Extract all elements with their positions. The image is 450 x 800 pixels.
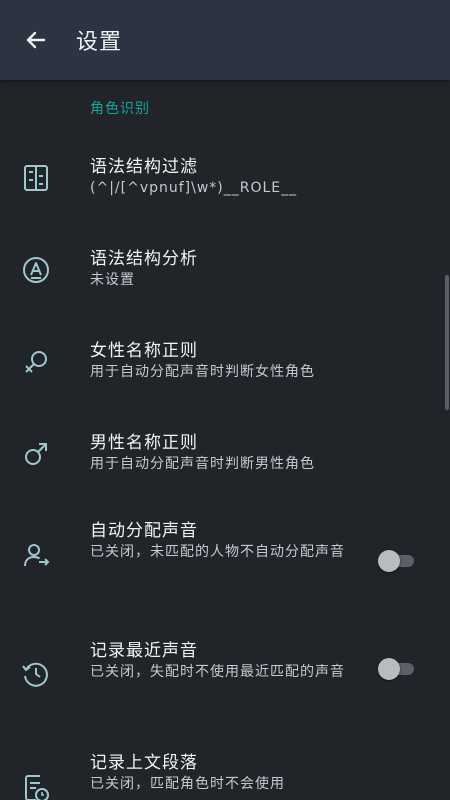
remember-recent-voice-toggle[interactable]: [378, 658, 416, 680]
setting-title: 语法结构过滤: [90, 157, 198, 177]
setting-subtitle: 已关闭，失配时不使用最近匹配的声音: [90, 664, 345, 680]
setting-title: 语法结构分析: [90, 249, 198, 269]
setting-title: 女性名称正则: [90, 341, 198, 361]
setting-subtitle: 未设置: [90, 272, 135, 288]
setting-female-regex[interactable]: 女性名称正则 用于自动分配声音时判断女性角色: [0, 334, 450, 414]
auto-assign-voice-toggle[interactable]: [378, 550, 416, 572]
toggle-thumb: [378, 658, 400, 680]
split-columns-icon: [24, 165, 48, 191]
setting-title: 记录上文段落: [90, 753, 198, 773]
setting-title: 男性名称正则: [90, 433, 198, 453]
setting-subtitle: (^|/[^vpnuf]\w*)__ROLE__: [90, 180, 298, 196]
app-bar: 设置: [0, 0, 450, 80]
arrow-left-icon: [26, 31, 46, 49]
setting-subtitle: 用于自动分配声音时判断男性角色: [90, 456, 315, 472]
section-header: 角色识别: [90, 101, 150, 117]
page-title: 设置: [76, 30, 123, 55]
setting-grammar-analysis[interactable]: 语法结构分析 未设置: [0, 242, 450, 322]
back-button[interactable]: [18, 22, 54, 58]
setting-male-regex[interactable]: 男性名称正则 用于自动分配声音时判断男性角色: [0, 426, 450, 506]
toggle-thumb: [378, 550, 400, 572]
setting-grammar-filter[interactable]: 语法结构过滤 (^|/[^vpnuf]\w*)__ROLE__: [0, 150, 450, 230]
setting-remember-recent-voice[interactable]: 记录最近声音 已关闭，失配时不使用最近匹配的声音: [0, 636, 450, 746]
setting-subtitle: 已关闭，未匹配的人物不自动分配声音: [90, 544, 345, 560]
setting-record-previous-paragraph[interactable]: 记录上文段落 已关闭，匹配角色时不会使用: [0, 748, 450, 800]
setting-subtitle: 用于自动分配声音时判断女性角色: [90, 364, 315, 380]
history-clock-icon: [22, 662, 48, 687]
male-symbol-icon: [25, 443, 47, 465]
setting-subtitle: 已关闭，匹配角色时不会使用: [90, 776, 285, 792]
circled-a-icon: [23, 257, 49, 283]
setting-title: 自动分配声音: [90, 521, 198, 541]
settings-list[interactable]: 角色识别 语法结构过滤 (^|/[^vpnuf]\w*)__ROLE__ 语法结…: [0, 80, 450, 800]
setting-title: 记录最近声音: [90, 641, 198, 661]
document-clock-icon: [25, 775, 49, 800]
scrollbar[interactable]: [445, 275, 449, 410]
female-symbol-icon: [25, 351, 47, 373]
setting-auto-assign-voice[interactable]: 自动分配声音 已关闭，未匹配的人物不自动分配声音: [0, 516, 450, 626]
person-arrow-icon: [24, 544, 50, 567]
